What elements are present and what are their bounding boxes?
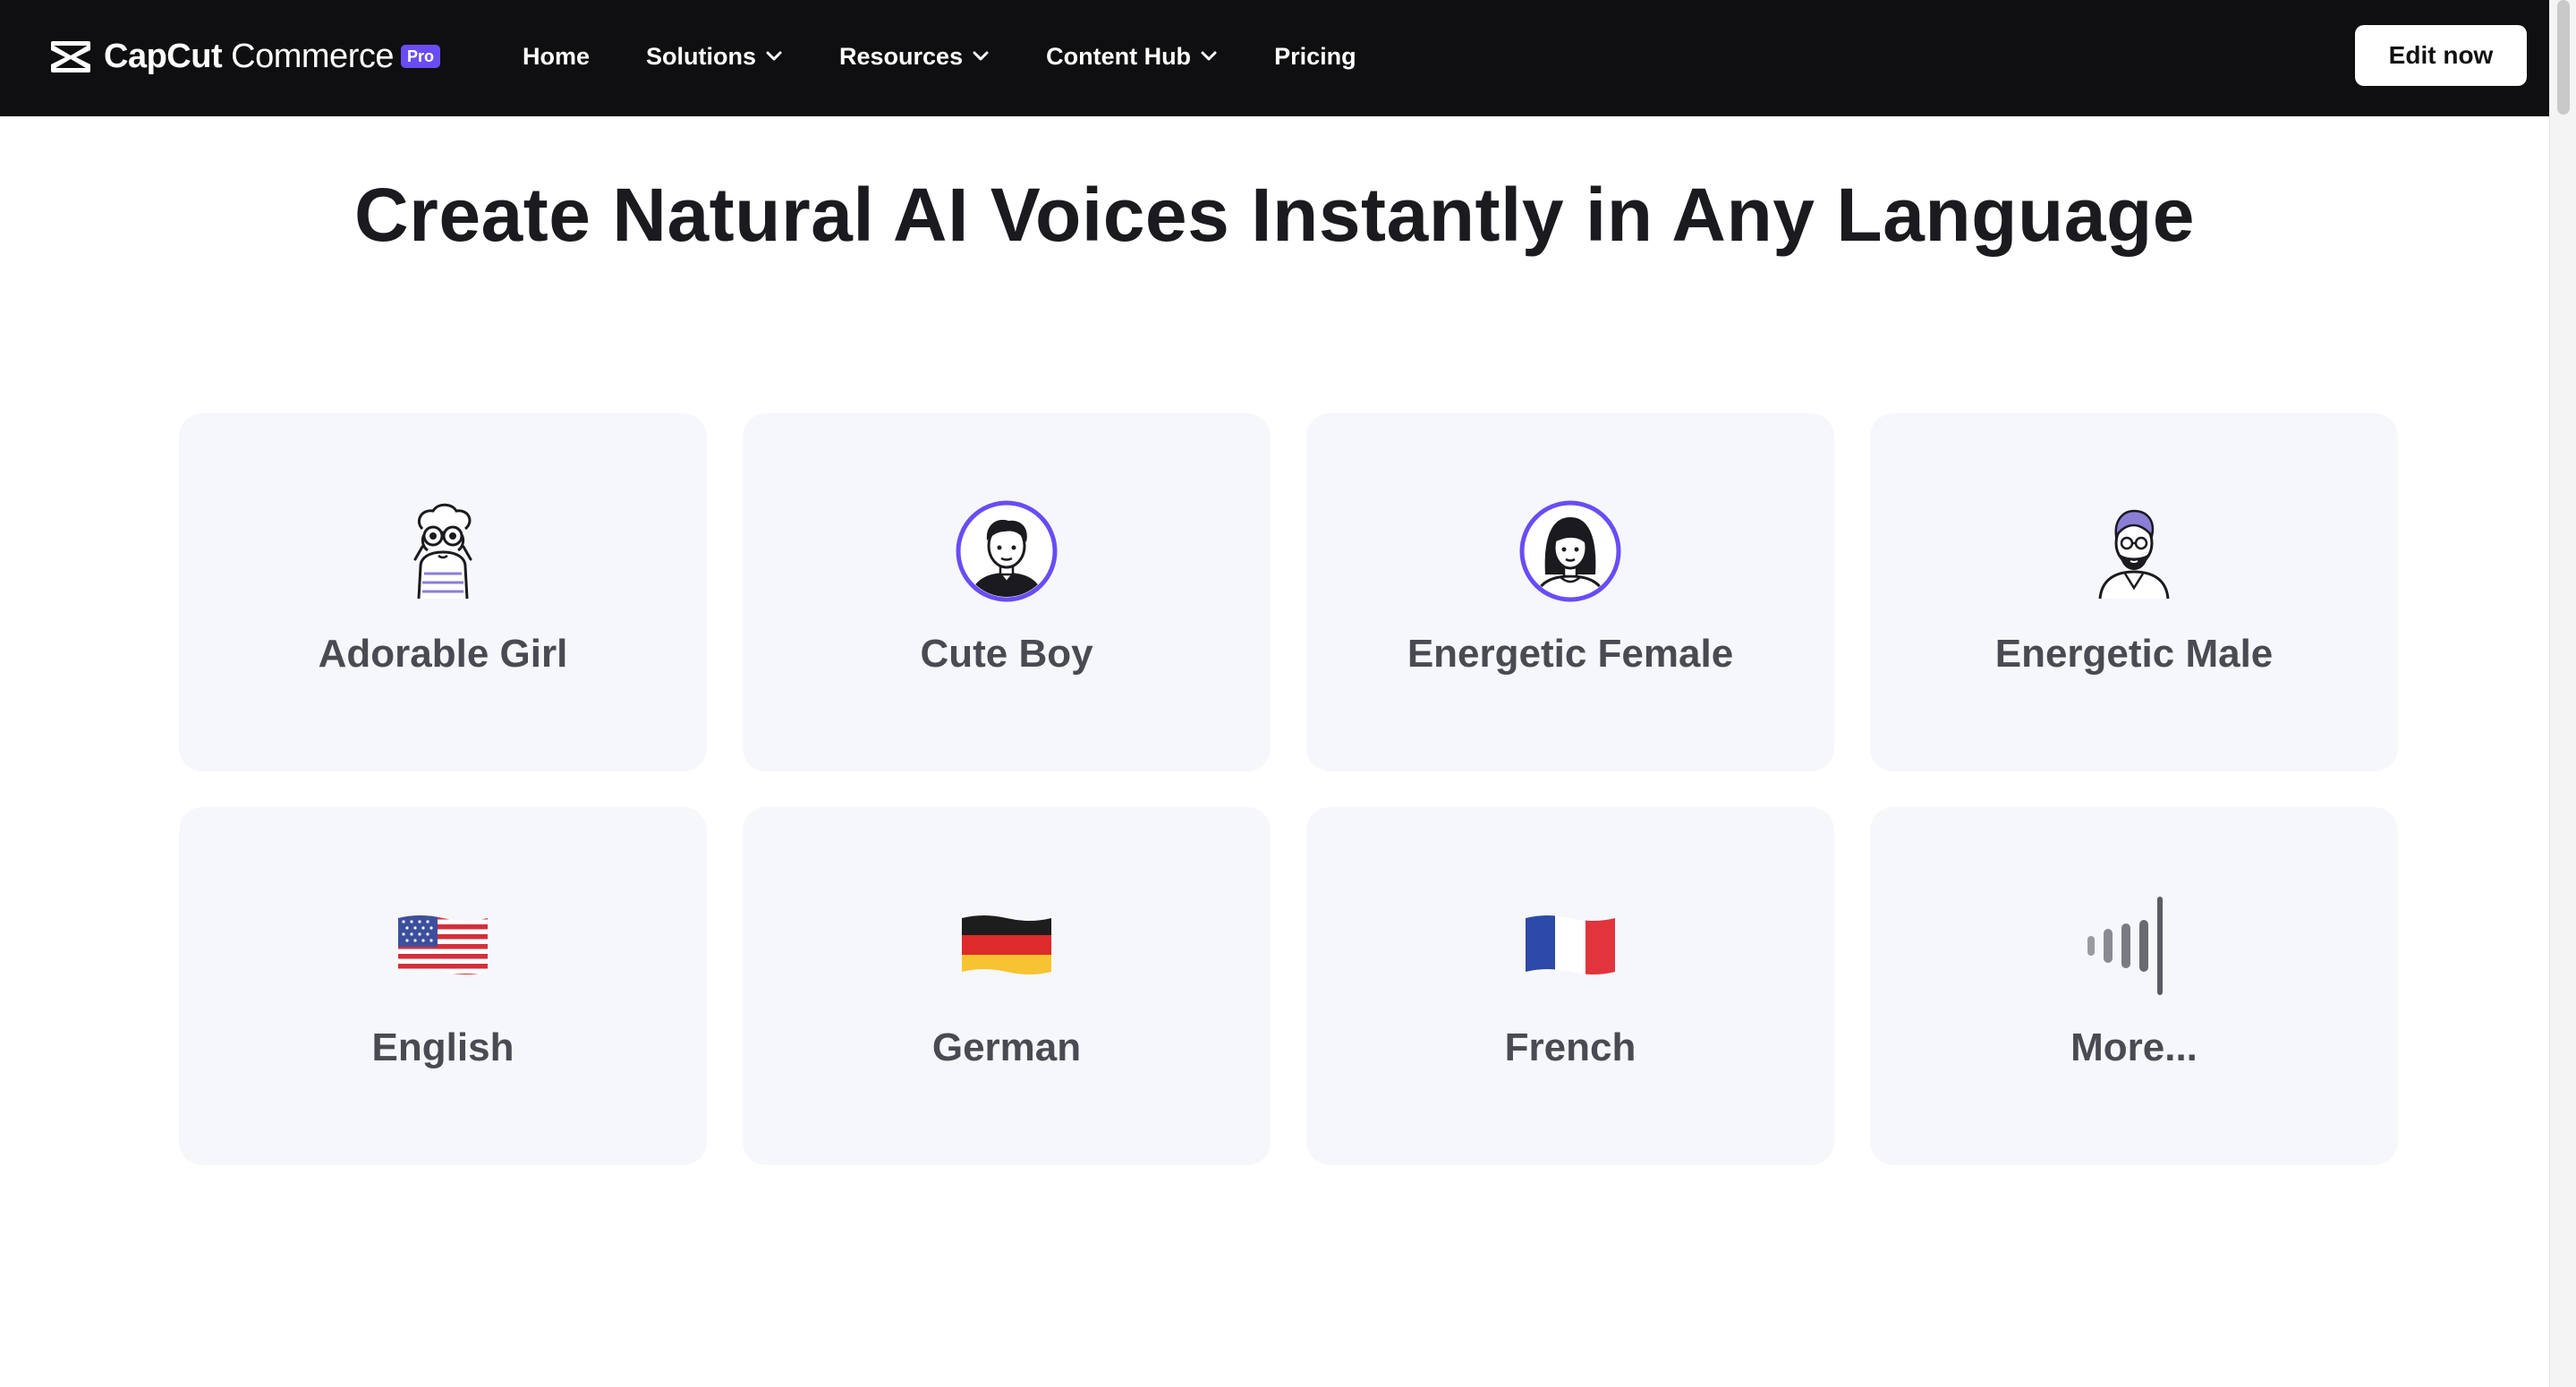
voice-card-adorable-girl[interactable]: Adorable Girl (179, 413, 707, 771)
card-label: Adorable Girl (318, 632, 568, 676)
nav-home-label: Home (523, 42, 591, 70)
scrollbar-thumb[interactable] (2557, 0, 2570, 115)
german-flag-icon (955, 893, 1058, 997)
male-avatar-icon (2082, 499, 2186, 603)
top-navbar: CapCut Commerce Pro Home Solutions Resou… (0, 0, 2549, 116)
edit-now-button[interactable]: Edit now (2355, 25, 2527, 86)
language-card-german[interactable]: German (743, 807, 1271, 1165)
chevron-down-icon (766, 51, 782, 61)
language-card-more[interactable]: More... (1870, 807, 2398, 1165)
voice-card-cute-boy[interactable]: Cute Boy (743, 413, 1271, 771)
nav-resources[interactable]: Resources (839, 43, 990, 71)
pro-badge: Pro (400, 45, 440, 68)
page-scrollbar[interactable] (2549, 0, 2576, 1387)
card-label: English (371, 1025, 514, 1069)
page-title: Create Natural AI Voices Instantly in An… (353, 173, 2196, 257)
capcut-commerce-logo[interactable]: CapCut Commerce Pro (48, 34, 440, 79)
card-label: German (931, 1025, 1082, 1069)
nav-home[interactable]: Home (523, 43, 590, 71)
nav-solutions[interactable]: Solutions (646, 43, 783, 71)
language-card-french[interactable]: French (1306, 807, 1834, 1165)
logo-brand-text: CapCut (104, 37, 223, 75)
nav-resources-label: Resources (839, 42, 964, 70)
language-card-english[interactable]: English (179, 807, 707, 1165)
nav-pricing[interactable]: Pricing (1274, 43, 1356, 71)
chevron-down-icon (1201, 51, 1217, 61)
chevron-down-icon (973, 51, 989, 61)
capcut-logo-icon (51, 41, 90, 72)
card-label: Cute Boy (920, 632, 1093, 676)
card-label: French (1504, 1025, 1637, 1069)
nav-content-hub-label: Content Hub (1046, 42, 1192, 70)
card-label: More... (2070, 1025, 2198, 1069)
nav-pricing-label: Pricing (1274, 42, 1356, 70)
french-flag-icon (1518, 893, 1622, 997)
nav-links: Home Solutions Resources Content Hub Pri… (523, 36, 1413, 77)
logo-product-text: Commerce (231, 37, 394, 75)
us-flag-icon (391, 893, 495, 997)
girl-binoculars-icon (391, 499, 495, 603)
nav-solutions-label: Solutions (646, 42, 757, 70)
nav-content-hub[interactable]: Content Hub (1046, 43, 1218, 71)
voice-card-energetic-male[interactable]: Energetic Male (1870, 413, 2398, 771)
female-avatar-icon (1518, 499, 1622, 603)
sound-wave-icon (2082, 893, 2186, 997)
boy-avatar-icon (955, 499, 1058, 603)
card-label: Energetic Female (1407, 632, 1734, 676)
voice-language-grid: Adorable Girl Cute Boy Energetic Female … (179, 413, 2400, 1165)
voice-card-energetic-female[interactable]: Energetic Female (1306, 413, 1834, 771)
card-label: Energetic Male (1994, 632, 2274, 676)
